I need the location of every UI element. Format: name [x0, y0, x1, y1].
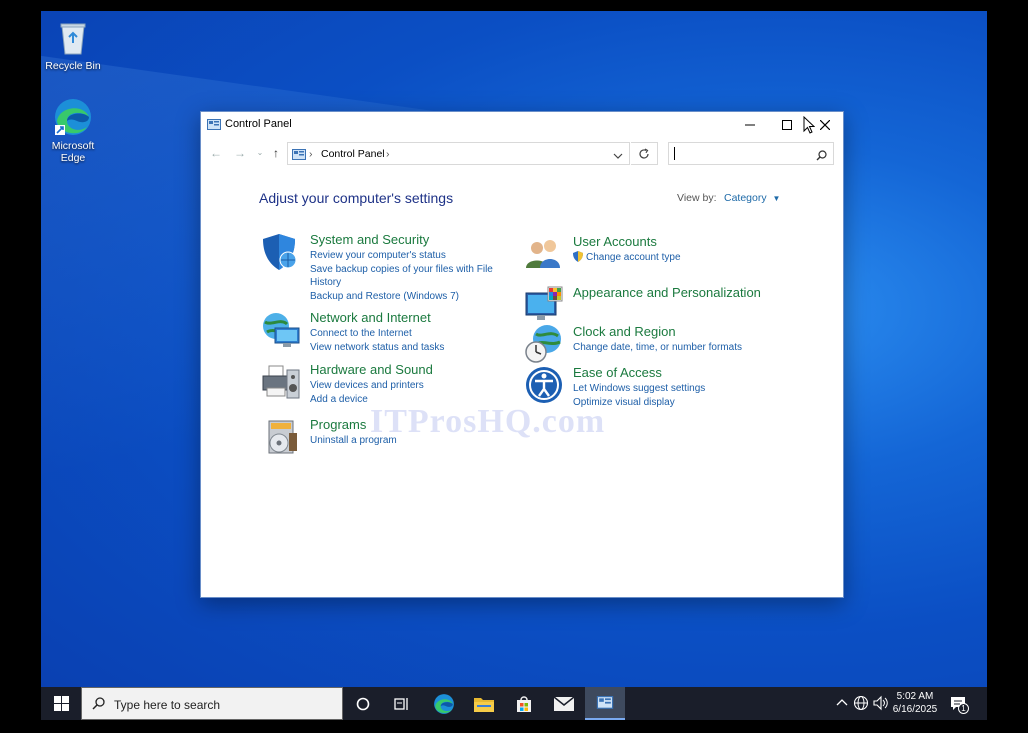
edge-icon [53, 97, 93, 137]
shield-icon[interactable] [261, 232, 301, 272]
dropdown-arrow-icon: ▼ [772, 194, 781, 203]
folder-icon [474, 697, 494, 712]
users-icon[interactable] [524, 234, 564, 274]
task-link[interactable]: View devices and printers [310, 379, 495, 393]
clock-time: 5:02 AM [896, 691, 934, 702]
cortana-button[interactable] [343, 687, 383, 720]
desktop-icon-microsoft-edge[interactable]: Microsoft Edge [41, 97, 108, 164]
task-link[interactable]: View network status and tasks [310, 341, 495, 355]
taskbar-search-box[interactable]: Type here to search [81, 687, 343, 720]
taskbar-control-panel[interactable] [585, 687, 625, 720]
window-title: Control Panel [225, 118, 292, 130]
refresh-icon [639, 147, 649, 159]
taskbar-mail[interactable] [544, 687, 584, 720]
task-link[interactable]: Backup and Restore (Windows 7) [310, 290, 495, 304]
globe-network-icon[interactable] [261, 310, 301, 350]
recycle-bin-icon [53, 17, 93, 57]
task-link[interactable]: Connect to the Internet [310, 327, 495, 341]
taskbar-file-explorer[interactable] [464, 687, 504, 720]
notification-badge: 1 [958, 703, 969, 714]
category-title[interactable]: Hardware and Sound [310, 362, 433, 377]
breadcrumb-control-panel[interactable]: Control Panel [321, 148, 385, 160]
task-link[interactable]: Review your computer's status [310, 249, 495, 263]
task-view-button[interactable] [382, 687, 422, 720]
view-by-label: View by: [677, 192, 717, 204]
task-link[interactable]: Let Windows suggest settings [573, 382, 758, 396]
mouse-cursor-icon [803, 115, 816, 139]
desktop-icon-recycle-bin[interactable]: Recycle Bin [41, 17, 108, 72]
task-link[interactable]: Uninstall a program [310, 434, 495, 448]
printer-speaker-icon[interactable] [261, 362, 301, 402]
taskbar-search-placeholder: Type here to search [114, 698, 221, 712]
store-icon [517, 695, 531, 712]
maximize-icon [782, 120, 792, 130]
category-title[interactable]: Appearance and Personalization [573, 285, 761, 300]
monitor-palette-icon[interactable] [524, 285, 564, 325]
category-title[interactable]: Programs [310, 417, 366, 432]
mail-icon [554, 696, 574, 711]
task-link[interactable]: Optimize visual display [573, 396, 758, 410]
uac-shield-icon [573, 251, 583, 267]
up-button[interactable]: ↑ [267, 144, 285, 162]
search-icon [92, 697, 105, 715]
forward-button[interactable]: → [231, 144, 249, 162]
desktop: Recycle Bin Microsoft Edge Control Panel [41, 11, 987, 720]
maximize-button[interactable] [769, 112, 805, 138]
globe-icon [853, 695, 869, 711]
clock-date: 6/16/2025 [892, 704, 938, 715]
category-title[interactable]: Network and Internet [310, 310, 431, 325]
title-bar[interactable]: Control Panel [201, 112, 843, 138]
category-title[interactable]: Clock and Region [573, 324, 676, 339]
task-link[interactable]: Save backup copies of your files with Fi… [310, 263, 495, 290]
network-tray-button[interactable] [853, 695, 869, 711]
clock-globe-icon[interactable] [524, 324, 564, 364]
edge-icon [434, 693, 454, 714]
taskbar-edge[interactable] [424, 687, 464, 720]
close-icon [820, 120, 830, 130]
action-center-button[interactable]: 1 [949, 694, 969, 714]
task-link[interactable]: Change date, time, or number formats [573, 341, 758, 355]
search-input[interactable] [668, 142, 834, 165]
control-panel-window: Control Panel ← → ⌄ ↑ › Control Panel › … [200, 111, 844, 598]
page-title: Adjust your computer's settings [259, 190, 454, 206]
show-hidden-icons-button[interactable] [834, 695, 850, 711]
task-link-label: Change account type [586, 252, 681, 263]
programs-disc-icon[interactable] [261, 417, 301, 457]
breadcrumb-separator-icon[interactable]: › [386, 148, 390, 160]
taskbar-store[interactable] [504, 687, 544, 720]
cortana-icon [356, 697, 370, 710]
start-button[interactable] [41, 687, 81, 720]
text-cursor [674, 147, 675, 160]
chevron-up-icon [836, 699, 848, 706]
minimize-button[interactable] [732, 112, 768, 138]
address-dropdown-icon[interactable] [613, 148, 623, 166]
view-by-value: Category [724, 192, 767, 204]
refresh-button[interactable] [631, 142, 658, 165]
control-panel-small-icon [292, 148, 306, 166]
ease-of-access-icon[interactable] [524, 365, 564, 405]
breadcrumb-separator-icon[interactable]: › [309, 148, 313, 160]
navigation-bar: ← → ⌄ ↑ › Control Panel › [201, 140, 843, 166]
taskbar-clock[interactable]: 5:02 AM 6/16/2025 [887, 690, 943, 716]
task-link[interactable]: Change account type [573, 251, 758, 267]
minimize-icon [745, 124, 755, 126]
back-button[interactable]: ← [207, 144, 225, 162]
view-by-dropdown[interactable]: Category ▼ [724, 192, 780, 204]
address-bar[interactable]: › Control Panel › [287, 142, 630, 165]
category-title[interactable]: User Accounts [573, 234, 657, 249]
windows-logo-icon [53, 696, 69, 711]
category-title[interactable]: Ease of Access [573, 365, 662, 380]
control-panel-icon [207, 118, 221, 136]
taskbar: Type here to search 5:02 AM 6/16/2025 1 [41, 687, 987, 720]
task-view-icon [394, 697, 408, 710]
search-icon[interactable] [816, 148, 827, 166]
desktop-icon-label: Microsoft Edge [51, 140, 95, 164]
task-link[interactable]: Add a device [310, 393, 495, 407]
control-panel-icon [596, 695, 614, 709]
desktop-icon-label: Recycle Bin [45, 60, 101, 72]
category-title[interactable]: System and Security [310, 232, 429, 247]
